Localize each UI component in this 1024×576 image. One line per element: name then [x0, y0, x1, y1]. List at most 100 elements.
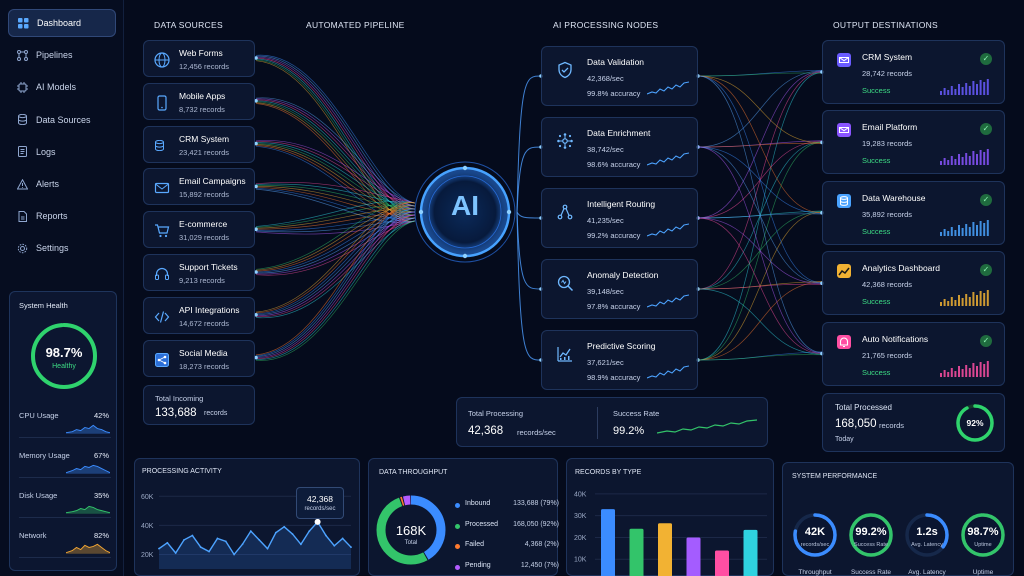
- share-icon: [154, 352, 170, 368]
- data-throughput-panel: DATA THROUGHPUT 168K Total: [368, 458, 558, 576]
- legend-failed: Failed 4,368 (2%): [455, 541, 559, 553]
- metric-divider: [19, 557, 111, 558]
- total-processed-value: 168,050: [835, 418, 877, 430]
- legend-swatch: [455, 564, 460, 570]
- processing-summary-card: Total Processing 42,368 records/sec Succ…: [456, 397, 768, 447]
- output-name: Analytics Dashboard: [862, 263, 940, 274]
- activity-point: [283, 525, 286, 528]
- legend-swatch: [455, 523, 460, 529]
- source-name: Web Forms: [179, 48, 223, 58]
- y-tick-label: 60K: [141, 494, 154, 501]
- node-sparkline: [646, 150, 690, 168]
- success-rate-label: Success Rate: [613, 409, 660, 418]
- source-records: 12,456 records: [179, 62, 230, 71]
- processing-node-card[interactable]: Anomaly Detection 39,148/sec 97.8% accurac…: [541, 259, 698, 319]
- output-destination-card[interactable]: Analytics Dashboard 42,368 records Success…: [822, 251, 1005, 316]
- source-card[interactable]: Mobile Apps 8,732 records: [143, 82, 255, 120]
- processing-node-card[interactable]: Intelligent Routing 41,235/sec 99.2% accur…: [541, 188, 698, 248]
- output-bar-sparkline: [940, 79, 990, 95]
- activity-point: [314, 518, 321, 525]
- legend-pending: Pending 12,450 (7%): [455, 561, 559, 574]
- source-records: 8,732 records: [179, 104, 225, 114]
- node-accuracy: 98.6% accuracy: [587, 160, 641, 169]
- processing-node-card[interactable]: Data Validation 42,368/sec 99.8% accuracy: [541, 46, 698, 106]
- mail-icon: [837, 123, 851, 138]
- source-card[interactable]: CRM System 23,421 records: [143, 125, 255, 163]
- routing-icon: [556, 203, 574, 221]
- database-icon: [154, 138, 170, 154]
- source-records: 14,672 records: [179, 318, 230, 328]
- activity-point: [249, 530, 252, 533]
- output-bar-sparkline: [940, 360, 990, 377]
- activity-point: [341, 537, 344, 540]
- total-incoming-unit: records: [204, 410, 228, 417]
- system-performance-panel: SYSTEM PERFORMANCE 42K records/sec Through…: [782, 462, 1014, 576]
- output-records: 28,742 records: [862, 69, 913, 78]
- source-name: CRM System: [179, 133, 230, 144]
- source-records: 9,213 records: [179, 276, 225, 285]
- gauge-label: Success Rate: [850, 569, 892, 576]
- output-destination-card[interactable]: Auto Notifications 21,765 records Success ✓: [822, 321, 1005, 386]
- source-name: Email Campaigns: [179, 176, 246, 187]
- code-icon: [154, 309, 170, 325]
- metric-value: 35%: [94, 491, 110, 500]
- source-card[interactable]: Support Tickets 9,213 records: [143, 254, 255, 291]
- check-icon: ✓: [980, 53, 992, 65]
- output-name: CRM System: [862, 52, 913, 62]
- output-status: Success: [862, 86, 891, 95]
- output-status: Success: [862, 156, 891, 166]
- source-card[interactable]: Email Campaigns 15,892 records: [143, 168, 255, 206]
- check-icon: ✓: [980, 123, 992, 136]
- total-processing-unit: records/sec: [517, 428, 556, 437]
- node-rate: 42,368/sec: [587, 74, 624, 83]
- success-rate-value: 99.2%: [613, 425, 645, 437]
- output-destination-card[interactable]: CRM System 28,742 records Success ✓: [822, 40, 1005, 104]
- database-icon: [837, 193, 851, 208]
- source-records: 15,892 records: [179, 190, 230, 200]
- records-by-type-chart: 40K 30K 20K 10K: [574, 491, 767, 576]
- source-card[interactable]: E-commerce 31,029 records: [143, 211, 255, 249]
- source-card[interactable]: Social Media 18,273 records: [143, 339, 255, 377]
- network-icon: [556, 132, 574, 150]
- legend-name: Pending: [465, 561, 491, 569]
- activity-point: [233, 553, 236, 556]
- activity-point: [300, 543, 302, 546]
- gauge-sub: Success Rate: [854, 542, 888, 548]
- chart-icon: [556, 345, 574, 363]
- total-processing-label: Total Processing: [468, 409, 524, 418]
- legend-value: 12,450 (7%): [520, 561, 559, 569]
- records-bar: [601, 509, 615, 576]
- activity-point: [291, 533, 294, 535]
- mail-icon: [154, 180, 170, 196]
- output-destination-card[interactable]: Email Platform 19,283 records Success ✓: [822, 110, 1005, 175]
- node-sparkline: [646, 292, 690, 310]
- processing-node-card[interactable]: Predictive Scoring 37,621/sec 98.9% accura…: [541, 330, 698, 390]
- check-icon: ✓: [980, 193, 992, 206]
- activity-point: [158, 547, 160, 550]
- source-card[interactable]: API Integrations 14,672 records: [143, 296, 255, 334]
- records-by-type-panel: RECORDS BY TYPE 40K 30K 20K 10K: [566, 458, 774, 576]
- legend-name: Failed: [465, 541, 485, 548]
- y-tick-label: 40K: [574, 491, 587, 498]
- bell-icon: [837, 334, 851, 349]
- legend-name: Processed: [465, 520, 499, 528]
- output-records: 35,892 records: [862, 209, 913, 219]
- legend-name: Inbound: [465, 500, 491, 507]
- legend-value: 168,050 (92%): [513, 520, 559, 528]
- records-bar: [686, 537, 701, 576]
- activity-point: [216, 537, 219, 540]
- check-icon: ✓: [980, 334, 992, 347]
- source-name: Social Media: [179, 347, 228, 358]
- data-throughput-title: DATA THROUGHPUT: [379, 469, 448, 476]
- check-icon: ✓: [980, 264, 992, 277]
- y-tick-label: 30K: [574, 513, 587, 520]
- source-card[interactable]: Web Forms 12,456 records: [143, 40, 255, 77]
- processing-node-card[interactable]: Data Enrichment 38,742/sec 98.6% accuracy: [541, 117, 698, 177]
- activity-point: [308, 530, 311, 533]
- output-bar-sparkline: [940, 149, 990, 166]
- gauge-label: Avg. Latency: [908, 569, 946, 576]
- y-tick-label: 20K: [141, 552, 154, 559]
- output-destination-card[interactable]: Data Warehouse 35,892 records Success ✓: [822, 180, 1005, 245]
- legend-processed: Processed 168,050 (92%): [455, 520, 559, 533]
- activity-point: [258, 539, 261, 541]
